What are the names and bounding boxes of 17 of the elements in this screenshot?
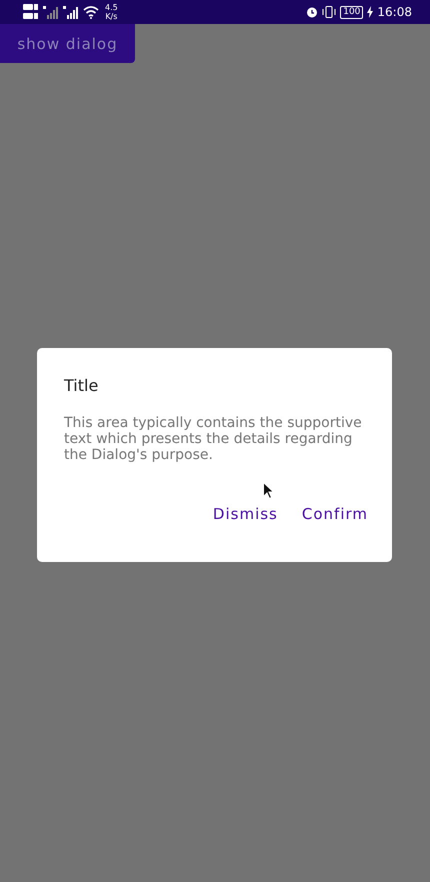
- dialog-action-button[interactable]: Confirm: [296, 503, 374, 525]
- wifi-icon: [83, 6, 99, 18]
- vibrate-icon: [322, 6, 336, 18]
- mouse-cursor-icon: [263, 482, 274, 499]
- alarm-icon: [306, 6, 318, 18]
- speed-unit: K/s: [105, 12, 118, 21]
- battery-level: 100: [340, 6, 364, 18]
- dialog-title: Title: [64, 376, 100, 395]
- charging-icon: [367, 6, 374, 18]
- network-speed: 4.5: [105, 3, 118, 12]
- signal-icon: [63, 5, 79, 19]
- dialog-action-button[interactable]: Dismiss: [206, 503, 284, 525]
- dialog-text: This area typically contains the supportive text which presents the details regarding the Dialog's purpose.: [64, 415, 363, 463]
- show-dialog-button[interactable]: show dialog: [0, 24, 135, 63]
- clock: 16:08: [377, 5, 412, 19]
- signal-icon: [43, 5, 59, 19]
- sim-cards-icon: [23, 3, 39, 21]
